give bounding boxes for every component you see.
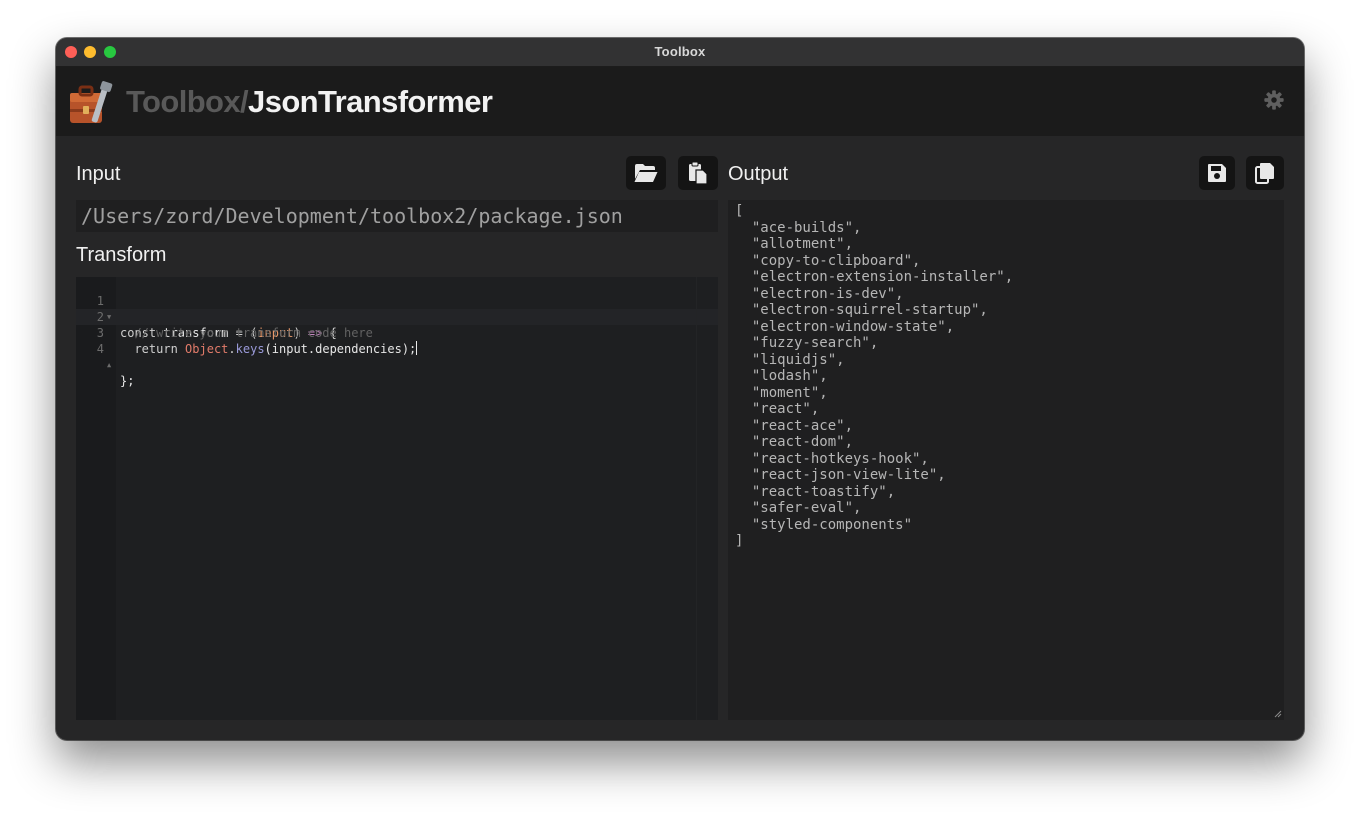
code-line: 1 ▼ const transform = (input) => { [76,277,718,340]
line-number: 4 [96,342,104,356]
tool-name: JsonTransformer [248,84,493,119]
save-icon [1208,164,1226,182]
gear-icon [1264,90,1284,110]
brand-prefix: Toolbox/ [126,84,249,119]
copy-output-button[interactable] [1246,156,1284,190]
code-text: }; [120,374,135,388]
input-file-path-field[interactable] [76,200,718,232]
app-brand: Toolbox/JsonTransformer [126,84,493,120]
app-window: Toolbox Toolbox/JsonTransformer Input /U… [56,38,1304,740]
print-margin [696,277,697,720]
toolbox-icon [70,81,113,123]
open-file-button[interactable] [626,156,666,190]
transform-code-editor[interactable]: 1 ▼ const transform = (input) => { 2 // … [76,277,718,720]
output-textarea[interactable]: [ "ace-builds", "allotment", "copy-to-cl… [728,200,1284,720]
folder-open-icon [634,164,658,182]
code-text: return Object.keys(input.dependencies); [134,341,418,356]
code-line: 2 // write your transform code here [76,293,718,340]
paste-icon [689,161,708,185]
output-json-text: [ "ace-builds", "allotment", "copy-to-cl… [735,203,1014,549]
window-title: Toolbox [654,44,706,59]
resize-handle-icon[interactable] [1274,710,1282,718]
copy-icon [1255,163,1274,184]
code-line: 4 ▲ }; [76,325,718,388]
app-header: Toolbox/JsonTransformer [56,67,1304,136]
settings-button[interactable] [1263,89,1285,111]
save-output-button[interactable] [1199,156,1235,190]
paste-input-button[interactable] [678,156,718,190]
transform-label: Transform [76,244,167,266]
title-bar: Toolbox [56,38,1304,67]
input-label: Input [76,163,121,185]
code-line: 3 return Object.keys(input.dependencies)… [76,309,718,356]
output-label: Output [728,163,789,185]
text-cursor [416,341,418,355]
fold-arrow-icon[interactable]: ▲ [107,357,111,373]
